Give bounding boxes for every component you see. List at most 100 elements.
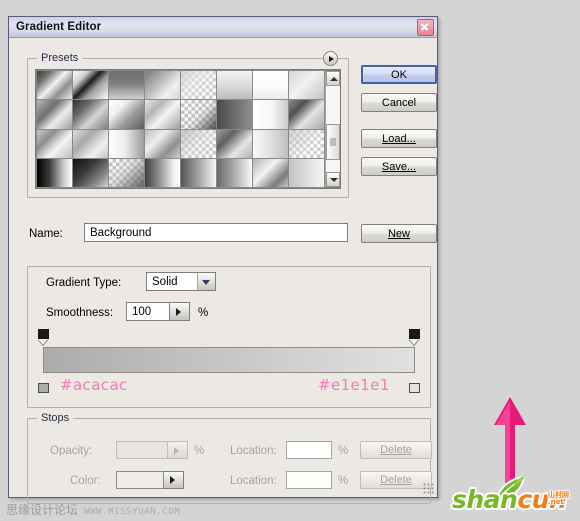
ok-button[interactable]: OK [361,65,437,84]
opacity-input[interactable] [116,441,168,459]
preset-swatch[interactable] [109,158,144,187]
preset-swatch[interactable] [253,129,288,158]
swatch-gradient [109,100,144,129]
save-button[interactable]: Save... [361,157,437,176]
scroll-down-arrow-icon[interactable] [326,172,340,187]
swatch-gradient [145,158,180,187]
preset-swatch[interactable] [289,158,324,187]
preset-swatch[interactable] [217,100,252,129]
color-location-input[interactable] [286,471,332,489]
name-label: Name: [29,228,63,240]
swatch-gradient [289,158,324,187]
color-picker-arrow-icon[interactable] [164,471,184,489]
close-icon[interactable] [417,18,434,36]
opacity-stop-icon[interactable] [38,329,49,345]
preset-swatch[interactable] [217,158,252,187]
scrollbar-thumb[interactable] [326,123,340,160]
preset-swatch[interactable] [217,129,252,158]
delete-color-stop-button[interactable]: Delete [360,471,432,489]
preset-swatch-grid[interactable] [36,70,325,188]
stops-legend: Stops [37,412,74,424]
preset-swatch[interactable] [73,129,108,158]
presets-panel [35,69,341,189]
slider-arrow-icon[interactable] [170,302,190,321]
presets-menu-arrow-icon[interactable] [323,51,338,66]
new-button[interactable]: New [361,224,437,243]
preset-swatch[interactable] [253,158,288,187]
preset-swatch[interactable] [37,158,72,187]
swatch-gradient [109,129,144,158]
swatch-gradient [37,158,72,187]
preset-swatch[interactable] [217,71,252,100]
save-button-label: Save... [381,160,417,173]
name-input[interactable]: Background [84,223,348,242]
swatch-gradient [181,71,216,100]
dialog-titlebar[interactable]: Gradient Editor [9,17,437,38]
preset-swatch[interactable] [73,71,108,100]
presets-scrollbar[interactable] [325,70,341,188]
preset-swatch[interactable] [253,100,288,129]
preset-swatch[interactable] [37,71,72,100]
presets-group: Presets [27,51,349,198]
opacity-stop-square [38,329,49,339]
resize-grip[interactable] [423,483,435,495]
scrollbar-track[interactable] [326,86,340,172]
swatch-gradient [145,100,180,129]
gradient-preview-bar[interactable] [43,347,415,373]
watermark: 思缘设计论坛 WWW.MISSYUAN.COM [6,501,180,518]
preset-swatch[interactable] [145,71,180,100]
preset-swatch[interactable] [73,100,108,129]
preset-swatch[interactable] [145,129,180,158]
swatch-gradient [253,129,288,158]
opacity-location-input[interactable] [286,441,332,459]
swatch-gradient [145,129,180,158]
delete-opacity-stop-button[interactable]: Delete [360,441,432,459]
swatch-gradient [253,100,288,129]
watermark-url: WWW.MISSYUAN.COM [84,507,181,517]
preset-swatch[interactable] [73,158,108,187]
preset-swatch[interactable] [181,158,216,187]
smoothness-input[interactable]: 100 [126,302,170,321]
load-button[interactable]: Load... [361,129,437,148]
swatch-gradient [37,100,72,129]
preset-swatch[interactable] [109,100,144,129]
preset-swatch[interactable] [181,100,216,129]
preset-swatch[interactable] [253,71,288,100]
color-swatch-input[interactable] [116,471,164,489]
scrollbar-grip [330,138,336,146]
swatch-gradient [73,158,108,187]
preset-swatch[interactable] [145,100,180,129]
cancel-button[interactable]: Cancel [361,93,437,112]
opacity-slider-arrow-icon[interactable] [168,441,188,459]
preset-swatch[interactable] [109,71,144,100]
opacity-stop-square [409,329,420,339]
preset-swatch[interactable] [289,100,324,129]
preset-swatch[interactable] [145,158,180,187]
preset-swatch[interactable] [109,129,144,158]
delete-color-label: Delete [380,474,412,486]
opacity-stop-icon[interactable] [409,329,420,345]
dialog-title: Gradient Editor [16,21,102,33]
swatch-gradient [73,71,108,100]
chevron-down-icon[interactable] [197,273,215,290]
preset-swatch[interactable] [37,100,72,129]
swatch-gradient [217,129,252,158]
color-stop-icon[interactable] [409,377,420,393]
smoothness-unit: % [198,307,209,319]
color-stop-icon[interactable] [38,377,49,393]
gradient-type-select[interactable]: Solid [146,272,216,291]
dialog-body: Presets OK Cancel Load... Save... New Na… [9,38,437,504]
swatch-gradient [289,71,324,100]
color-stop-square [38,383,49,393]
preset-swatch[interactable] [289,71,324,100]
color-location-label: Location: [230,475,277,487]
preset-swatch[interactable] [37,129,72,158]
color-label: Color: [70,475,101,487]
preset-swatch[interactable] [181,71,216,100]
scroll-up-arrow-icon[interactable] [326,71,340,86]
color-location-unit: % [338,475,349,487]
smoothness-label: Smoothness: [46,307,114,319]
logo-domain: 山村网 .net [548,492,569,506]
preset-swatch[interactable] [289,129,324,158]
preset-swatch[interactable] [181,129,216,158]
